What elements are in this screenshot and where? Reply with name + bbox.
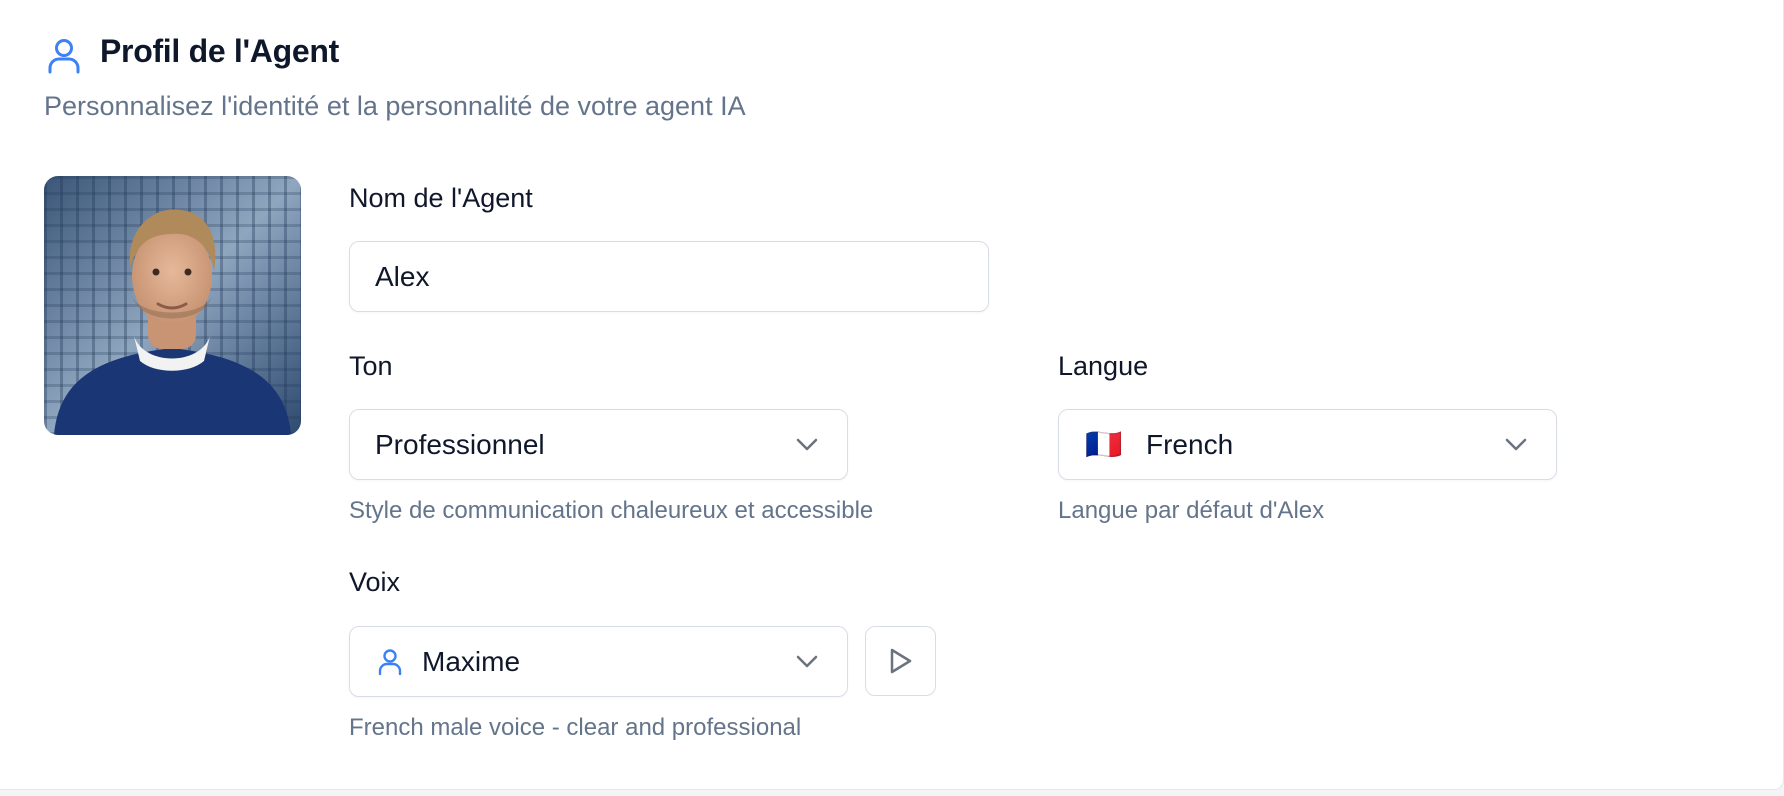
agent-avatar[interactable] bbox=[44, 176, 301, 435]
page-title: Profil de l'Agent bbox=[100, 33, 339, 69]
language-label: Langue bbox=[1058, 351, 1149, 381]
language-select[interactable]: 🇫🇷 French bbox=[1058, 409, 1557, 480]
tone-selected-value: Professionnel bbox=[375, 428, 545, 460]
voice-select[interactable]: Maxime bbox=[349, 626, 848, 697]
tone-select[interactable]: Professionnel bbox=[349, 409, 848, 480]
play-icon bbox=[890, 648, 911, 674]
agent-name-label: Nom de l'Agent bbox=[349, 183, 533, 213]
user-icon bbox=[378, 648, 402, 675]
tone-label: Ton bbox=[349, 351, 393, 381]
agent-profile-card: Profil de l'Agent Personnalisez l'identi… bbox=[0, 0, 1784, 790]
voice-hint: French male voice - clear and profession… bbox=[349, 714, 802, 741]
chevron-down-icon bbox=[1505, 438, 1527, 450]
language-selected-value: French bbox=[1146, 428, 1234, 460]
agent-name-field[interactable] bbox=[349, 241, 989, 312]
language-hint: Langue par défaut d'Alex bbox=[1058, 497, 1325, 524]
chevron-down-icon bbox=[796, 655, 818, 667]
voice-label: Voix bbox=[349, 567, 401, 597]
agent-name-input[interactable] bbox=[350, 242, 988, 311]
voice-preview-button[interactable] bbox=[865, 626, 936, 696]
user-icon bbox=[48, 39, 80, 74]
page-subtitle: Personnalisez l'identité et la personnal… bbox=[44, 91, 746, 121]
chevron-down-icon bbox=[796, 438, 818, 450]
tone-hint: Style de communication chaleureux et acc… bbox=[349, 497, 874, 524]
voice-selected-value: Maxime bbox=[422, 645, 521, 677]
france-flag-icon: 🇫🇷 bbox=[1085, 428, 1123, 461]
